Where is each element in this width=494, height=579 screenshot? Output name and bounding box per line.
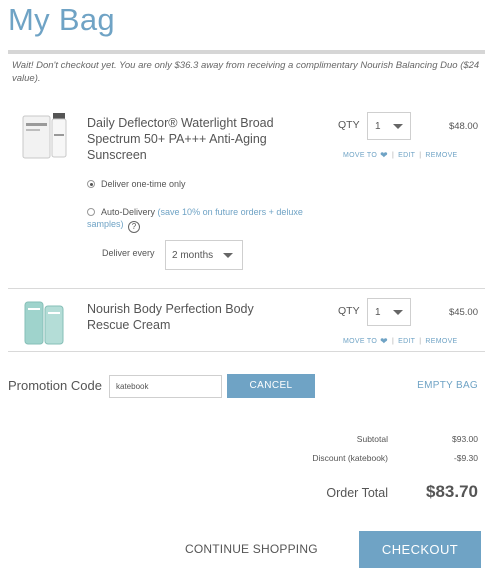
- product-image[interactable]: [22, 110, 68, 160]
- deliver-one-time-label: Deliver one-time only: [101, 179, 186, 189]
- move-to-label: MOVE TO: [343, 152, 378, 159]
- qty-label: QTY: [338, 305, 360, 317]
- edit-link[interactable]: EDIT: [398, 338, 415, 345]
- help-icon[interactable]: ?: [128, 221, 141, 233]
- item-actions: MOVE TO ❤ | EDIT | REMOVE: [343, 150, 483, 161]
- discount-label: Discount (katebook): [312, 453, 388, 463]
- qty-value: 1: [375, 121, 381, 132]
- qty-value: 1: [375, 307, 381, 318]
- title-divider: [8, 50, 485, 54]
- deliver-one-time-option[interactable]: Deliver one-time only: [87, 179, 186, 189]
- promo-message: Wait! Don't checkout yet. You are only $…: [12, 60, 480, 84]
- move-to-link[interactable]: MOVE TO ❤: [343, 336, 388, 347]
- qty-select[interactable]: 1: [367, 298, 411, 326]
- item-price: $48.00: [448, 121, 478, 132]
- action-separator: |: [391, 152, 395, 159]
- subtotal-label: Subtotal: [356, 434, 388, 444]
- frequency-select[interactable]: 2 months: [165, 240, 243, 270]
- remove-link[interactable]: REMOVE: [425, 152, 457, 159]
- chevron-down-icon: [223, 253, 233, 258]
- product-name[interactable]: Nourish Body Perfection Body Rescue Crea…: [87, 301, 297, 333]
- radio-selected-icon: [87, 180, 95, 188]
- deliver-every-label: Deliver every: [102, 248, 155, 258]
- cart-item: Nourish Body Perfection Body Rescue Crea…: [8, 290, 485, 352]
- qty-select[interactable]: 1: [367, 112, 411, 140]
- move-to-link[interactable]: MOVE TO ❤: [343, 150, 388, 161]
- promotion-code-label: Promotion Code: [8, 378, 102, 393]
- discount-value: -$9.30: [453, 453, 478, 463]
- qty-label: QTY: [338, 119, 360, 131]
- action-separator: |: [419, 338, 422, 345]
- order-total-label: Order Total: [326, 486, 388, 500]
- promotion-code-input[interactable]: [109, 375, 222, 398]
- heart-icon: ❤: [380, 336, 388, 346]
- chevron-down-icon: [393, 124, 403, 129]
- product-name[interactable]: Daily Deflector® Waterlight Broad Spectr…: [87, 115, 297, 163]
- auto-delivery-option[interactable]: Auto-Delivery (save 10% on future orders…: [87, 206, 327, 233]
- item-actions: MOVE TO ❤ | EDIT | REMOVE: [343, 336, 483, 347]
- heart-icon: ❤: [380, 150, 388, 160]
- auto-delivery-label: Auto-Delivery: [101, 207, 156, 217]
- page-title: My Bag: [8, 2, 115, 37]
- edit-link[interactable]: EDIT: [398, 152, 415, 159]
- radio-unselected-icon: [87, 208, 95, 216]
- item-price: $45.00: [448, 307, 478, 318]
- chevron-down-icon: [393, 310, 403, 315]
- frequency-value: 2 months: [172, 250, 214, 261]
- subtotal-value: $93.00: [452, 434, 478, 444]
- checkout-button[interactable]: CHECKOUT: [359, 531, 481, 568]
- order-total-value: $83.70: [426, 482, 478, 501]
- remove-link[interactable]: REMOVE: [425, 338, 457, 345]
- product-image[interactable]: [22, 298, 68, 348]
- continue-shopping-link[interactable]: CONTINUE SHOPPING: [185, 542, 318, 556]
- action-separator: |: [419, 152, 422, 159]
- action-separator: |: [391, 338, 395, 345]
- move-to-label: MOVE TO: [343, 338, 378, 345]
- cancel-promo-button[interactable]: CANCEL: [227, 374, 315, 398]
- empty-bag-link[interactable]: EMPTY BAG: [417, 380, 478, 391]
- cart-item: Daily Deflector® Waterlight Broad Spectr…: [8, 100, 485, 289]
